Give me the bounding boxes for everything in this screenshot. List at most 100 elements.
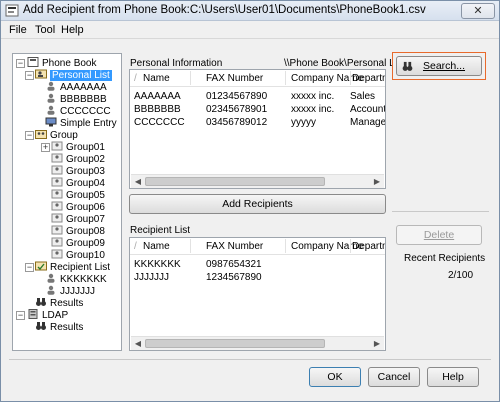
person-icon [47, 81, 55, 91]
column-divider[interactable] [285, 71, 286, 85]
column-header-name[interactable]: Name [143, 241, 170, 252]
column-header-name[interactable]: Name [143, 73, 170, 84]
horizontal-scrollbar[interactable]: ◀ ▶ [131, 174, 384, 188]
tree-node-group[interactable]: Group [35, 129, 78, 141]
cell-fax: 02345678901 [206, 104, 268, 115]
tree-node-group-item[interactable]: Group06 [51, 201, 105, 213]
column-header-fax[interactable]: FAX Number [206, 241, 263, 252]
collapse-icon[interactable]: − [25, 263, 34, 272]
close-button[interactable]: ✕ [461, 3, 495, 19]
column-divider[interactable] [285, 239, 286, 253]
horizontal-scrollbar[interactable]: ◀ ▶ [131, 336, 384, 350]
recipient-list-view[interactable]: / Name FAX Number Company Name Departmer… [129, 237, 386, 351]
recipients-count-value: 2/100 [448, 270, 474, 281]
cancel-button-label: Cancel [377, 371, 411, 383]
group-icon [51, 225, 63, 235]
collapse-icon[interactable]: − [16, 311, 25, 320]
column-divider[interactable] [350, 239, 351, 253]
scroll-right-icon[interactable]: ▶ [371, 176, 383, 187]
tree-node-group-item[interactable]: Group07 [51, 213, 105, 225]
binoculars-icon [402, 61, 413, 71]
tree-node-group-item[interactable]: Group03 [51, 165, 105, 177]
delete-button[interactable]: Delete [396, 225, 482, 245]
search-button[interactable]: Search... [396, 56, 482, 76]
expand-icon[interactable]: + [41, 143, 50, 152]
search-button-label: Search... [422, 60, 466, 72]
group-icon [51, 153, 63, 163]
phonebook-icon [27, 57, 39, 67]
add-recipients-button[interactable]: Add Recipients [129, 194, 386, 214]
group-icon [51, 141, 63, 151]
recipients-count-label: Recent Recipients [404, 253, 486, 264]
tree-node-recipient-list[interactable]: Recipient List [35, 261, 110, 273]
column-separator-icon: / [134, 241, 137, 252]
add-recipients-label: Add Recipients [222, 198, 293, 210]
cell-fax: 0987654321 [206, 259, 262, 270]
group-folder-icon [35, 130, 47, 139]
tree-node-group-item[interactable]: Group10 [51, 249, 105, 261]
help-button-label: Help [442, 371, 464, 383]
person-icon [47, 105, 55, 115]
group-icon [51, 237, 63, 247]
tree-node-personal-entry[interactable]: AAAAAAA [45, 81, 107, 93]
person-icon [47, 93, 55, 103]
tree-node-personal-list[interactable]: Personal List [35, 69, 112, 81]
menu-help[interactable]: Help [61, 24, 84, 36]
cell-name: AAAAAAA [134, 91, 181, 102]
tree-node-personal-entry[interactable]: CCCCCCC [45, 105, 111, 117]
scroll-left-icon[interactable]: ◀ [132, 176, 144, 187]
column-header-fax[interactable]: FAX Number [206, 73, 263, 84]
scroll-right-icon[interactable]: ▶ [371, 338, 383, 349]
phonebook-tree[interactable]: − Phone Book − Personal List AAAAAAA BBB… [12, 53, 122, 351]
cell-fax: 03456789012 [206, 117, 268, 128]
scroll-left-icon[interactable]: ◀ [132, 338, 144, 349]
tree-node-recipient-entry[interactable]: KKKKKKK [45, 273, 107, 285]
person-icon [47, 273, 55, 283]
column-header-department[interactable]: Departmer [352, 73, 385, 84]
column-divider[interactable] [350, 71, 351, 85]
tree-node-recipient-entry[interactable]: JJJJJJJ [45, 285, 95, 297]
cell-fax: 1234567890 [206, 272, 262, 283]
group-icon [51, 177, 63, 187]
collapse-icon[interactable]: − [25, 131, 34, 140]
scroll-thumb[interactable] [145, 177, 325, 186]
tree-node-group-item[interactable]: Group04 [51, 177, 105, 189]
scroll-thumb[interactable] [145, 339, 325, 348]
tree-node-group-item[interactable]: Group05 [51, 189, 105, 201]
tree-node-phonebook[interactable]: Phone Book [27, 57, 97, 69]
ok-button[interactable]: OK [309, 367, 361, 387]
tree-node-simple-entry[interactable]: Simple Entry [45, 117, 117, 129]
cell-name: KKKKKKK [134, 259, 181, 270]
cell-department: Manageme [350, 117, 386, 128]
tree-node-results[interactable]: Results [35, 297, 83, 309]
menu-tool[interactable]: Tool [35, 24, 55, 36]
cell-company: yyyyy [291, 117, 316, 128]
group-icon [51, 201, 63, 211]
personal-path-label: \\Phone Book\Personal List [284, 58, 405, 69]
tree-node-group-item[interactable]: Group08 [51, 225, 105, 237]
person-icon [47, 285, 55, 295]
column-divider[interactable] [190, 71, 191, 85]
close-icon: ✕ [473, 5, 483, 17]
tree-node-group-item[interactable]: Group01 [51, 141, 105, 153]
collapse-icon[interactable]: − [25, 71, 34, 80]
column-header-department[interactable]: Departmer [352, 241, 385, 252]
personal-list-view[interactable]: / Name FAX Number Company Name Departmer… [129, 69, 386, 189]
cell-name: CCCCCCC [134, 117, 185, 128]
cell-name: JJJJJJJ [134, 272, 169, 283]
tree-node-group-item[interactable]: Group09 [51, 237, 105, 249]
tree-node-personal-entry[interactable]: BBBBBBB [45, 93, 107, 105]
divider [9, 359, 491, 360]
recipient-list-label: Recipient List [130, 225, 191, 236]
tree-node-ldap[interactable]: LDAP [27, 309, 68, 321]
column-divider[interactable] [190, 239, 191, 253]
help-button[interactable]: Help [427, 367, 479, 387]
dialog-window: Add Recipient from Phone Book:C:\Users\U… [0, 0, 500, 402]
collapse-icon[interactable]: − [16, 59, 25, 68]
menu-file[interactable]: File [9, 24, 27, 36]
cell-fax: 01234567890 [206, 91, 268, 102]
tree-node-group-item[interactable]: Group02 [51, 153, 105, 165]
cancel-button[interactable]: Cancel [368, 367, 420, 387]
tree-node-ldap-results[interactable]: Results [35, 321, 83, 333]
personal-info-label: Personal Information [130, 58, 223, 69]
